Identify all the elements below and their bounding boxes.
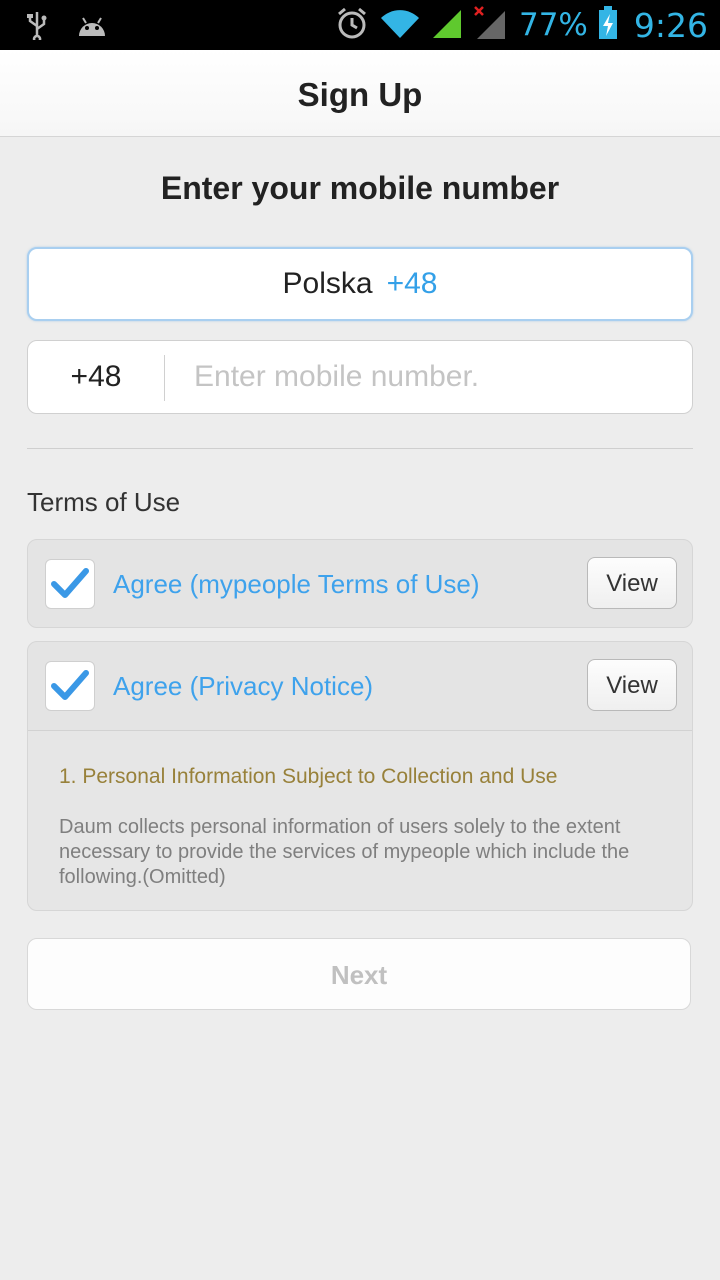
notice-title: 1. Personal Information Subject to Colle… bbox=[59, 765, 558, 788]
wifi-icon bbox=[379, 6, 421, 45]
view-terms-button[interactable]: View bbox=[587, 557, 677, 609]
alarm-icon bbox=[335, 6, 369, 45]
privacy-notice-box: Agree (Privacy Notice) View 1. Personal … bbox=[27, 641, 693, 911]
phone-prefix: +48 bbox=[70, 360, 122, 393]
country-name: Polska bbox=[282, 267, 373, 300]
usb-icon bbox=[22, 10, 52, 45]
terms-checkbox[interactable] bbox=[45, 559, 95, 609]
country-code: +48 bbox=[386, 267, 438, 300]
mobile-number-input[interactable] bbox=[194, 341, 674, 413]
android-icon bbox=[76, 12, 108, 43]
privacy-row: Agree (Privacy Notice) View bbox=[28, 642, 692, 730]
status-bar: 77% 9:26 bbox=[0, 0, 720, 50]
page-title: Sign Up bbox=[297, 76, 423, 113]
app-header: Sign Up bbox=[0, 50, 720, 137]
signal-icon bbox=[431, 6, 463, 45]
checkmark-icon bbox=[51, 568, 89, 598]
view-privacy-button[interactable]: View bbox=[587, 659, 677, 711]
clock: 9:26 bbox=[633, 5, 708, 45]
terms-of-use-box: Agree (mypeople Terms of Use) View bbox=[27, 539, 693, 628]
country-selector[interactable]: Polska +48 bbox=[27, 247, 693, 321]
privacy-notice-text: 1. Personal Information Subject to Colle… bbox=[28, 730, 692, 910]
checkmark-icon bbox=[51, 670, 89, 700]
battery-percent: 77% bbox=[518, 7, 588, 43]
agree-privacy-label[interactable]: Agree (Privacy Notice) bbox=[113, 642, 373, 730]
agree-terms-label[interactable]: Agree (mypeople Terms of Use) bbox=[113, 540, 480, 628]
notice-body: Daum collects personal information of us… bbox=[59, 816, 630, 888]
phone-field: +48 bbox=[27, 340, 693, 414]
terms-row: Agree (mypeople Terms of Use) View bbox=[28, 540, 692, 628]
terms-of-use-label: Terms of Use bbox=[27, 487, 181, 517]
divider bbox=[27, 448, 693, 449]
privacy-checkbox[interactable] bbox=[45, 661, 95, 711]
next-button[interactable]: Next bbox=[27, 938, 691, 1010]
section-heading: Enter your mobile number bbox=[160, 170, 560, 206]
no-signal-icon bbox=[473, 5, 509, 46]
phone-divider bbox=[164, 355, 165, 401]
battery-charging-icon bbox=[598, 5, 618, 45]
